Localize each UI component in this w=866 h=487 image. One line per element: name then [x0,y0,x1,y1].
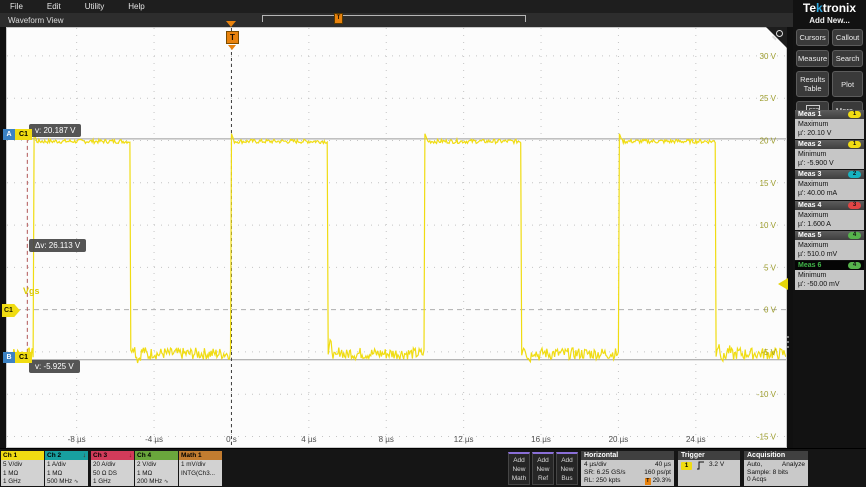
channel-1-badge[interactable]: Ch 1 5 V/div1 MΩ1 GHz [1,451,44,486]
svg-text:20 V: 20 V [760,136,777,145]
meas-3-source-badge: 2 [848,171,861,178]
svg-text:15 V: 15 V [760,179,777,188]
meas-3-badge[interactable]: Meas 32 Maximumµ′: 40.00 mA [795,170,864,199]
results-table-button[interactable]: Results Table [796,71,829,97]
trigger-position-marker-tail [228,45,236,50]
bandwidth-limit-icon: ∿ [74,479,79,485]
settings-bar: Ch 1 5 V/div1 MΩ1 GHz Ch 2↓ 1 A/div1 MΩ5… [0,448,866,487]
trigger-position-marker[interactable]: T [226,31,239,44]
add-new-label: Add New... [793,16,866,25]
waveform-graticule[interactable]: -8 µs -4 µs 0 s 4 µs 8 µs 12 µs 16 µs 20 µs 24 µ… [6,27,787,448]
meas-5-badge[interactable]: Meas 54 Maximumµ′: 510.0 mV [795,231,864,260]
svg-text:-15 V: -15 V [757,433,777,442]
svg-text:20 µs: 20 µs [609,435,629,444]
cursor-delta-readout: Δv: 26.113 V [29,239,86,252]
tool-button-grid: Cursors Callout Measure Search Results T… [793,25,866,119]
add-new-bus-button[interactable]: AddNewBus [556,452,578,485]
add-new-ref-button[interactable]: AddNewRef [532,452,554,485]
search-button[interactable]: Search [832,50,863,67]
trigger-position-icon: T [645,478,651,485]
channel-2-badge[interactable]: Ch 2↓ 1 A/div1 MΩ500 MHz ∿ [45,451,88,486]
svg-text:0 V: 0 V [764,306,777,315]
panel-drag-handle[interactable] [787,336,789,338]
meas-2-badge[interactable]: Meas 21 Minimumµ′: -5.900 V [795,140,864,169]
svg-text:5 V: 5 V [764,263,777,272]
measurement-list: Meas 11 Maximumµ′: 20.10 V Meas 21 Minim… [795,110,864,291]
svg-text:-10 V: -10 V [757,390,777,399]
measure-button[interactable]: Measure [796,50,829,67]
clipping-arrow-icon: ↓ [129,451,132,460]
menu-file[interactable]: File [10,2,23,11]
menu-help[interactable]: Help [128,2,144,11]
cursor-b-readout: v: -5.925 V [29,360,80,373]
oscilloscope-app: File Edit Utility Help Waveform View T -… [0,0,866,487]
callout-button[interactable]: Callout [832,29,863,46]
horizontal-panel[interactable]: Horizontal 4 µs/div40 µs SR: 6.25 GS/s16… [581,451,674,486]
svg-text:30 V: 30 V [760,52,777,61]
magnifier-icon [776,30,783,37]
plot-button[interactable]: Plot [832,71,863,97]
clipping-arrow-icon: ↓ [83,451,86,460]
trigger-level-arrow[interactable] [778,278,788,290]
add-new-math-button[interactable]: AddNewMath [508,452,530,485]
svg-text:-5 V: -5 V [761,348,776,357]
cursor-b-handle[interactable]: B [3,352,15,363]
cursor-a-handle[interactable]: A [3,129,15,140]
svg-text:4 µs: 4 µs [301,435,316,444]
callout-vgs[interactable]: Vgs [23,286,40,296]
svg-text:0 s: 0 s [226,435,237,444]
trigger-panel[interactable]: Trigger 1 3.2 V [678,451,740,486]
svg-text:10 V: 10 V [760,221,777,230]
svg-text:24 µs: 24 µs [686,435,706,444]
record-trigger-marker-icon[interactable]: T [334,13,343,24]
meas-6-source-badge: 4 [848,262,861,269]
tab-waveform-view[interactable]: Waveform View [8,16,64,25]
math-1-badge[interactable]: Math 1 1 mV/divINTG(Ch3... [179,451,222,486]
menu-bar: File Edit Utility Help [0,0,793,13]
meas-1-source-badge: 1 [848,111,861,118]
menu-edit[interactable]: Edit [47,2,61,11]
cursor-a-channel-badge[interactable]: C1 [15,129,32,140]
channel-4-badge[interactable]: Ch 4 2 V/div1 MΩ200 MHz ∿ [135,451,178,486]
meas-4-badge[interactable]: Meas 43 Maximumµ′: 1.600 A [795,201,864,230]
menu-utility[interactable]: Utility [85,2,105,11]
cursor-b-channel-badge[interactable]: C1 [15,352,32,363]
cursors-button[interactable]: Cursors [796,29,829,46]
record-view-bar[interactable] [262,15,526,22]
channel-3-badge[interactable]: Ch 3↓ 20 A/div50 Ω DS1 GHz [91,451,134,486]
bandwidth-limit-icon: ∿ [164,479,169,485]
trigger-source-badge: 1 [681,462,692,470]
svg-text:8 µs: 8 µs [379,435,394,444]
svg-text:-4 µs: -4 µs [145,435,163,444]
svg-text:25 V: 25 V [760,94,777,103]
tektronix-logo: Tektronix [793,1,866,15]
tab-bar: Waveform View T [0,13,793,27]
svg-text:16 µs: 16 µs [531,435,551,444]
meas-5-source-badge: 4 [848,232,861,239]
svg-text:-8 µs: -8 µs [68,435,86,444]
meas-4-source-badge: 3 [848,202,861,209]
svg-text:12 µs: 12 µs [454,435,474,444]
right-panel: Tektronix Add New... Cursors Callout Mea… [793,0,866,448]
meas-1-badge[interactable]: Meas 11 Maximumµ′: 20.10 V [795,110,864,139]
meas-2-source-badge: 1 [848,141,861,148]
rising-edge-icon [696,461,705,470]
meas-6-badge[interactable]: Meas 64 Minimumµ′: -50.00 mV [795,261,864,290]
cursor-a-readout: v: 20.187 V [29,124,81,137]
acquisition-panel[interactable]: Acquisition Auto,Analyze Sample: 8 bits … [744,451,808,486]
waveform-canvas: -8 µs -4 µs 0 s 4 µs 8 µs 12 µs 16 µs 20 µs 24 µ… [7,28,786,447]
